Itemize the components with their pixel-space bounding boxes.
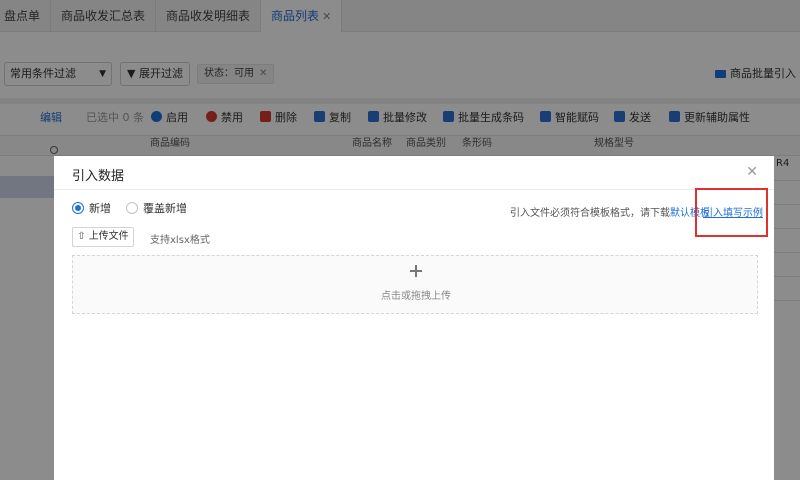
close-icon[interactable]: ✕	[746, 165, 758, 179]
dialog-header: 引入数据 ✕	[54, 156, 774, 190]
upload-file-button[interactable]: ⇧ 上传文件	[72, 227, 134, 247]
highlight-box	[695, 188, 768, 237]
upload-icon: ⇧	[77, 231, 86, 242]
radio-overwrite[interactable]: 覆盖新增	[126, 201, 187, 217]
radio-dot	[72, 202, 84, 214]
upload-dropzone[interactable]: 点击或拖拽上传	[72, 255, 758, 314]
dialog-title: 引入数据	[72, 169, 125, 184]
radio-dot	[126, 202, 138, 214]
upload-format-note: 支持xlsx格式	[150, 235, 210, 246]
import-data-dialog: 引入数据 ✕ 新增 覆盖新增 引入文件必须符合模板格式，请下载默认模板 引入填写…	[54, 156, 774, 480]
template-hint: 引入文件必须符合模板格式，请下载默认模板	[510, 208, 710, 219]
radio-new[interactable]: 新增	[72, 201, 111, 217]
dropzone-text: 点击或拖拽上传	[381, 291, 451, 302]
plus-icon	[410, 265, 422, 277]
